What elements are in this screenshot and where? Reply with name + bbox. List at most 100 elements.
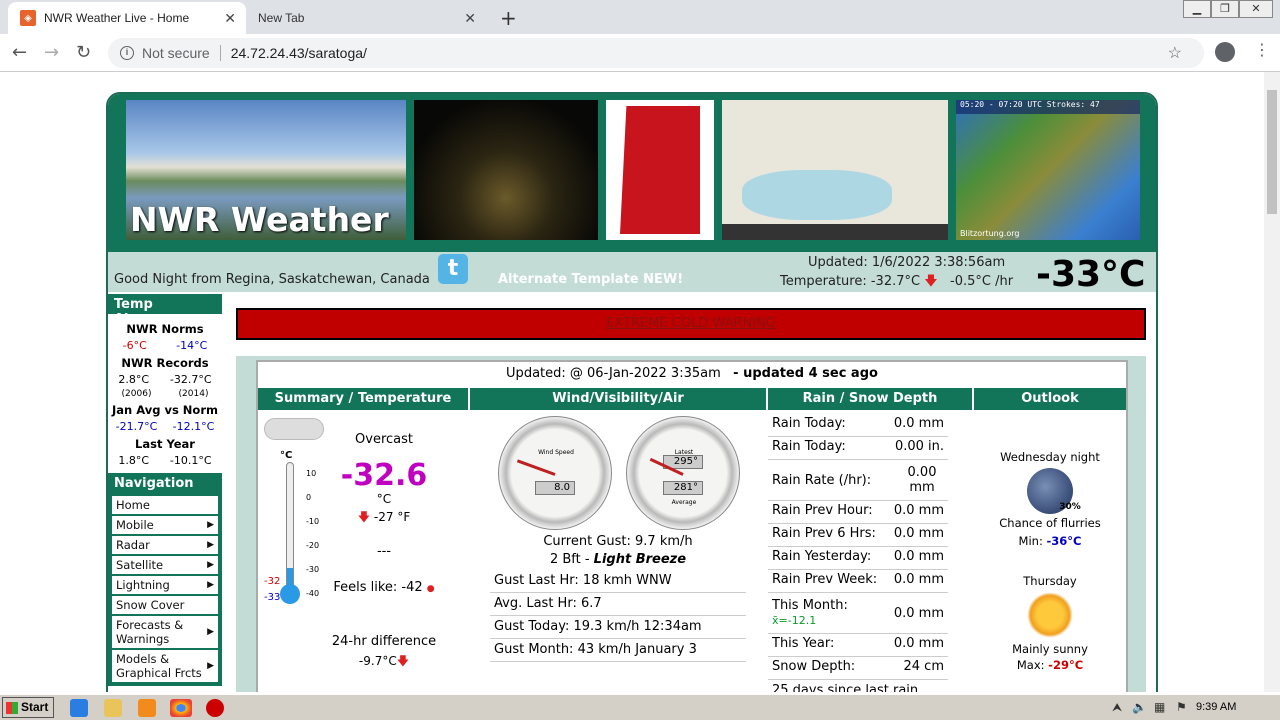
start-button[interactable]: Start [2,697,54,718]
down-arrow-icon: 🡇 [924,274,938,289]
warning-link[interactable]: EXTREME COLD WARNING [606,316,776,331]
nav-item-lightning[interactable]: Lightning ▶ [112,576,218,594]
tick-label: -40 [306,589,320,598]
nav-item-home[interactable]: Home [112,496,218,514]
nav-item-models[interactable]: Models & Graphical Frcts ▶ [112,650,218,682]
outlook-temp-line: Max: -29°C [974,658,1126,672]
diff-value: -9.7°C [358,654,397,668]
scrollbar-thumb[interactable] [1267,90,1277,214]
chrome-icon[interactable] [170,699,192,717]
rain-row: Rain Prev Week: 0.0 mm [768,570,948,593]
warning-banner[interactable]: EXTREME COLD WARNING [236,308,1146,340]
rain-column: Rain / Snow Depth Rain Today: 0.0 mm Rain… [768,388,972,692]
rain-row: Rain Rate (/hr): 0.00 mm [768,460,948,501]
url-text[interactable]: 24.72.24.43/saratoga/ [231,45,367,61]
address-bar[interactable]: i Not secure 24.72.24.43/saratoga/ ☆ [108,38,1204,68]
stop-icon[interactable] [206,699,224,717]
record-low: -32.7°C [169,373,212,386]
network-icon[interactable]: ▦ [1154,700,1165,714]
nav-item-label: Radar [116,538,150,552]
ie-icon[interactable] [70,699,88,717]
down-arrow-icon: 🡇 [396,654,410,668]
menu-kebab-icon[interactable]: ⋮ [1254,40,1270,59]
media-player-icon[interactable] [138,699,156,717]
outlook-block: Thursday Mainly sunny Max: -29°C [974,574,1126,672]
profile-avatar-icon[interactable] [1215,42,1235,62]
temp-fahrenheit-line: 🡇 -27 °F [324,508,444,529]
separator [219,45,221,61]
tab-label: New Tab [258,11,305,25]
dashboard-updated: Updated: @ 06-Jan-2022 3:35am - updated … [258,362,1126,386]
rain-label: Snow Depth: [772,659,856,674]
beaufort-number: 2 Bft - [549,552,594,567]
rain-row: Rain Yesterday: 0.0 mm [768,547,948,570]
thermo-marker-low: -33 [264,592,281,603]
rain-stats: Rain Today: 0.0 mm Rain Today: 0.00 in. Ra… [768,414,948,692]
restore-icon[interactable]: ❐ [1211,0,1239,18]
nav-item-label: Home [116,498,150,512]
regional-radar-image[interactable] [722,100,948,240]
tick-label: -20 [306,541,320,550]
tab-nwr-weather[interactable]: ◈ NWR Weather Live - Home ✕ [8,2,246,34]
rain-label: Rain Rate (/hr): [772,472,872,488]
tab-new-tab[interactable]: New Tab ✕ [246,2,486,34]
feels-like-line: Feels like: -42 ● [324,580,444,595]
outlook-text: Chance of flurries [999,516,1101,530]
close-window-icon[interactable]: ✕ [1239,0,1273,18]
tab-label: NWR Weather Live - Home [44,11,190,25]
province-warning-map[interactable] [606,100,714,240]
temp-celsius: -32.6 [340,458,428,493]
tray-up-arrow-icon[interactable]: ⮝ [1112,700,1122,715]
wind-stat-row: Gust Last Hr: 18 kmh WNW [490,570,746,593]
column-header: Rain / Snow Depth [768,388,972,410]
alternate-template-link[interactable]: Alternate Template NEW! [498,272,683,287]
submenu-arrow-icon: ▶ [207,520,214,530]
folder-icon[interactable] [104,699,122,717]
new-tab-button[interactable]: + [500,6,517,30]
avg-high: -21.7°C [115,420,158,433]
forward-icon[interactable]: → [44,42,59,63]
overcast-icon [264,418,324,440]
outlook-temp: -36°C [1046,534,1082,548]
updated-ago: - updated 4 sec ago [733,366,878,381]
rain-value: 0.00 in. [894,439,944,454]
nav-item-radar[interactable]: Radar ▶ [112,536,218,554]
status-strip: Good Night from Regina, Saskatchewan, Ca… [108,252,1156,295]
radar-legend [722,224,948,240]
close-tab-icon[interactable]: ✕ [224,10,236,27]
submenu-arrow-icon: ▶ [207,627,214,637]
dashboard-table: Updated: @ 06-Jan-2022 3:35am - updated … [256,360,1128,692]
lightning-map-image[interactable]: 05:20 - 07:20 UTC Strokes: 47 Blitzortun… [956,100,1140,240]
twitter-icon[interactable]: t [438,254,468,284]
nav-item-snow-cover[interactable]: Snow Cover [112,596,218,614]
nav-item-label: Forecasts & Warnings [116,618,184,646]
rain-label: Rain Today: [772,416,846,431]
security-label: Not secure [142,45,210,61]
speaker-icon[interactable]: 🔈 [1132,700,1147,714]
bookmark-star-icon[interactable]: ☆ [1168,43,1182,63]
rain-value: 0.0 mm [893,605,944,621]
page-viewport: 05:20 - 07:20 UTC Strokes: 47 Blitzortun… [0,72,1264,692]
nav-item-forecasts[interactable]: Forecasts & Warnings ▶ [112,616,218,648]
minimize-icon[interactable]: ▁ [1183,0,1211,18]
browser-toolbar: ← → ↻ i Not secure 24.72.24.43/saratoga/… [0,34,1280,72]
wind-stat-row: Gust Month: 43 km/h January 3 [490,639,746,662]
flag-icon[interactable]: ⚑ [1176,700,1187,714]
taskbar-clock[interactable]: 9:39 AM [1196,701,1236,713]
back-icon[interactable]: ← [12,42,27,63]
tick-label: -30 [306,565,320,574]
close-tab-icon[interactable]: ✕ [464,10,476,27]
wind-column: Wind/Visibility/Air Wind Speed 8.0 Lates… [470,388,766,692]
thermometer-icon [280,458,300,606]
outlook-text: Mainly sunny [1012,642,1088,656]
site-container: 05:20 - 07:20 UTC Strokes: 47 Blitzortun… [106,92,1158,692]
windows-taskbar: Start ⮝ 🔈 ▦ ⚑ 9:39 AM [0,694,1280,720]
night-webcam-image[interactable] [414,100,598,240]
info-icon[interactable]: i [120,46,134,60]
nav-item-label: Mobile [116,518,154,532]
reload-icon[interactable]: ↻ [76,42,91,63]
nav-item-mobile[interactable]: Mobile ▶ [112,516,218,534]
nav-item-satellite[interactable]: Satellite ▶ [112,556,218,574]
wind-stat-row: Avg. Last Hr: 6.7 [490,593,746,616]
submenu-arrow-icon: ▶ [207,540,214,550]
